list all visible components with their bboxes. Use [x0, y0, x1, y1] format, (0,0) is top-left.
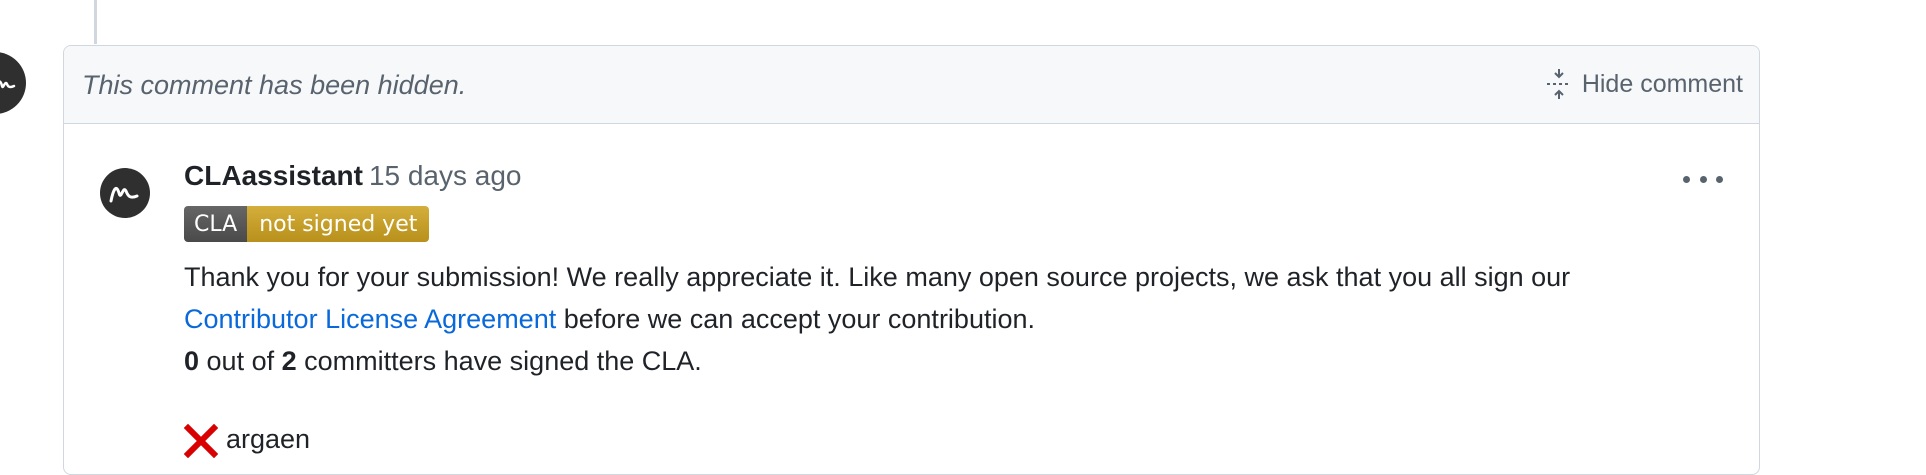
- signed-count: 0: [184, 346, 200, 376]
- body-line-1: Thank you for your submission! We really…: [184, 262, 1571, 292]
- out-of-text: out of: [199, 346, 282, 376]
- total-count: 2: [281, 346, 297, 376]
- comment-header: CLAassistant 15 days ago: [184, 160, 522, 192]
- body-line-3: 0 out of 2 committers have signed the CL…: [184, 340, 1744, 382]
- committers-text: committers have signed the CLA.: [296, 346, 702, 376]
- signature-icon: [0, 80, 16, 89]
- cla-link[interactable]: Contributor License Agreement: [184, 304, 556, 334]
- red-x-icon: [184, 424, 218, 458]
- hide-comment-label: Hide comment: [1581, 69, 1743, 98]
- badge-status: not signed yet: [247, 206, 430, 242]
- badge-label: CLA: [184, 206, 248, 242]
- author-name[interactable]: CLAassistant: [184, 160, 363, 191]
- hidden-comment-bar: This comment has been hidden. Hide comme…: [64, 46, 1759, 124]
- hide-comment-button[interactable]: Hide comment: [1546, 66, 1743, 102]
- kebab-dot-icon: [1716, 175, 1723, 183]
- comment-options-button[interactable]: [1683, 167, 1723, 191]
- fold-icon: [1546, 69, 1571, 99]
- comment-timestamp[interactable]: 15 days ago: [369, 160, 522, 191]
- signer-row: argaen: [184, 424, 310, 458]
- timeline-line: [94, 0, 97, 44]
- kebab-dot-icon: [1699, 175, 1707, 183]
- signer-name[interactable]: argaen: [226, 424, 310, 455]
- body-line-2: Contributor License Agreement before we …: [184, 298, 1744, 340]
- hidden-comment-notice: This comment has been hidden.: [82, 70, 467, 100]
- author-avatar[interactable]: [100, 168, 150, 218]
- comment-body: Thank you for your submission! We really…: [184, 256, 1744, 382]
- signature-icon: [109, 187, 139, 203]
- side-avatar[interactable]: [0, 52, 26, 114]
- body-line-2-rest: before we can accept your contribution.: [556, 304, 1035, 334]
- cla-status-badge[interactable]: CLA not signed yet: [184, 206, 430, 242]
- kebab-dot-icon: [1683, 175, 1690, 183]
